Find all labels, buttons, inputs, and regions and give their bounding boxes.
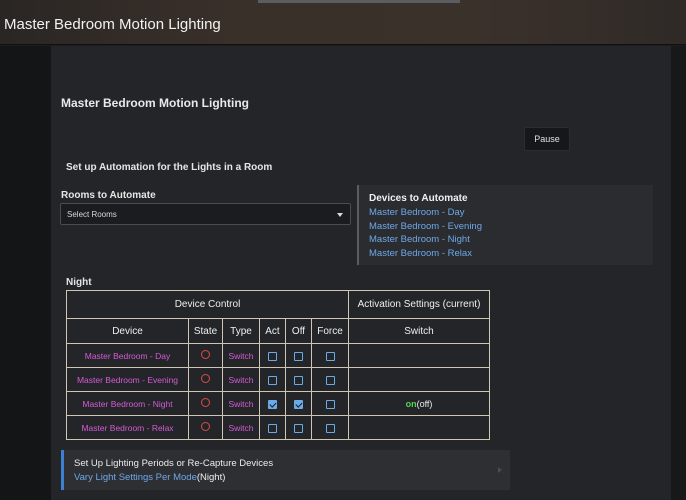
col-force: Force: [311, 318, 349, 344]
switch-on-value: on: [405, 398, 417, 409]
device-link-evening[interactable]: Master Bedroom - Evening: [369, 221, 482, 232]
off-cell: [285, 415, 312, 440]
right-gutter: [671, 46, 686, 500]
setup-heading: Set up Automation for the Lights in a Ro…: [66, 162, 273, 173]
title-bar-accent: [258, 0, 460, 3]
off-cell: [285, 367, 312, 392]
force-checkbox[interactable]: [325, 351, 335, 361]
switch-cell: [348, 415, 490, 440]
group-device-control: Device Control: [66, 290, 349, 319]
off-checkbox[interactable]: [294, 375, 303, 385]
act-cell: [259, 343, 286, 368]
title-bar: Master Bedroom Motion Lighting: [0, 0, 686, 45]
force-checkbox[interactable]: [325, 375, 335, 385]
table-row: Master Bedroom - Day Switch: [66, 343, 490, 368]
off-checkbox[interactable]: [294, 399, 303, 409]
off-cell: [285, 391, 312, 416]
state-cell: [188, 391, 223, 416]
rooms-label: Rooms to Automate: [61, 190, 156, 201]
act-checkbox[interactable]: [268, 375, 277, 385]
off-checkbox[interactable]: [294, 423, 303, 433]
act-checkbox[interactable]: [268, 423, 277, 433]
force-cell: [311, 391, 349, 416]
page-title: Master Bedroom Motion Lighting: [61, 96, 249, 110]
lighting-periods-panel[interactable]: Set Up Lighting Periods or Re-Capture De…: [61, 450, 510, 490]
off-checkbox[interactable]: [294, 351, 303, 361]
switch-cell: [348, 367, 490, 392]
act-cell: [259, 415, 286, 440]
chevron-down-icon: [337, 213, 343, 217]
left-gutter: [0, 46, 51, 500]
act-cell: [259, 391, 286, 416]
type-cell[interactable]: Switch: [222, 367, 260, 392]
force-cell: [311, 367, 349, 392]
force-checkbox[interactable]: [325, 423, 335, 433]
device-name[interactable]: Master Bedroom - Evening: [66, 367, 189, 392]
col-off: Off: [285, 318, 312, 344]
act-checkbox[interactable]: [268, 351, 277, 361]
force-cell: [311, 415, 349, 440]
current-mode-value: (Night): [196, 472, 226, 483]
pause-button[interactable]: Pause: [524, 127, 570, 151]
rooms-select[interactable]: Select Rooms: [60, 203, 351, 225]
group-activation-settings: Activation Settings (current): [348, 290, 490, 319]
col-device: Device: [66, 318, 189, 344]
col-type: Type: [222, 318, 260, 344]
state-cell: [188, 343, 223, 368]
state-off-icon: [201, 350, 210, 359]
device-link-day[interactable]: Master Bedroom - Day: [369, 207, 465, 218]
rooms-select-placeholder: Select Rooms: [67, 210, 117, 219]
force-cell: [311, 343, 349, 368]
type-cell[interactable]: Switch: [222, 415, 260, 440]
act-cell: [259, 367, 286, 392]
state-cell: [188, 367, 223, 392]
state-off-icon: [201, 422, 210, 431]
type-cell[interactable]: Switch: [222, 391, 260, 416]
device-name[interactable]: Master Bedroom - Relax: [66, 415, 189, 440]
switch-cell[interactable]: on(off): [348, 391, 490, 416]
device-name[interactable]: Master Bedroom - Night: [66, 391, 189, 416]
col-switch: Switch: [348, 318, 490, 344]
periods-title: Set Up Lighting Periods or Re-Capture De…: [74, 458, 274, 469]
table-row: Master Bedroom - Relax Switch: [66, 415, 490, 440]
force-checkbox[interactable]: [325, 399, 335, 409]
vary-settings-link[interactable]: Vary Light Settings Per Mode(Night): [74, 472, 225, 483]
device-control-table: Device Control Activation Settings (curr…: [66, 290, 490, 440]
table-row: Master Bedroom - Evening Switch: [66, 367, 490, 392]
state-off-icon: [201, 398, 210, 407]
act-checkbox[interactable]: [268, 399, 277, 409]
off-cell: [285, 343, 312, 368]
device-link-relax[interactable]: Master Bedroom - Relax: [369, 248, 472, 259]
mode-label: Night: [66, 277, 92, 288]
device-name[interactable]: Master Bedroom - Day: [66, 343, 189, 368]
devices-title: Devices to Automate: [369, 193, 468, 204]
table-row: Master Bedroom - Night Switch on(off): [66, 391, 490, 416]
devices-panel: Devices to Automate Master Bedroom - Day…: [357, 185, 653, 265]
col-state: State: [188, 318, 223, 344]
vary-settings-label: Vary Light Settings Per Mode: [74, 472, 197, 483]
state-cell: [188, 415, 223, 440]
switch-current-value: (off): [416, 398, 433, 409]
col-act: Act: [259, 318, 286, 344]
switch-cell: [348, 343, 490, 368]
state-off-icon: [201, 374, 210, 383]
device-link-night[interactable]: Master Bedroom - Night: [369, 234, 470, 245]
chevron-right-icon: [498, 467, 502, 473]
type-cell[interactable]: Switch: [222, 343, 260, 368]
app-title: Master Bedroom Motion Lighting: [4, 16, 221, 33]
